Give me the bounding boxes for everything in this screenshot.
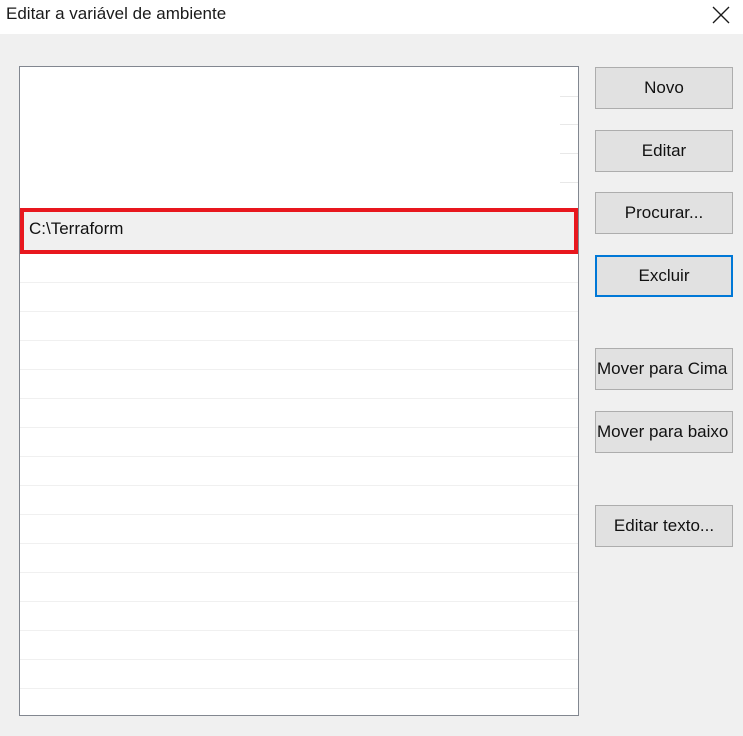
procurar-button[interactable]: Procurar...	[595, 192, 733, 234]
edit-text-button[interactable]: Editar texto...	[595, 505, 733, 547]
list-item[interactable]	[20, 690, 578, 715]
list-item[interactable]	[20, 255, 578, 283]
list-item[interactable]	[20, 516, 578, 544]
novo-button[interactable]: Novo	[595, 67, 733, 109]
list-item[interactable]	[20, 632, 578, 660]
list-item[interactable]	[20, 545, 578, 573]
list-item[interactable]	[20, 400, 578, 428]
path-list[interactable]: C:\Terraform	[19, 66, 579, 716]
list-item[interactable]	[20, 342, 578, 370]
close-button[interactable]	[699, 0, 743, 30]
list-item[interactable]	[20, 371, 578, 399]
list-item[interactable]	[20, 182, 578, 210]
excluir-button[interactable]: Excluir	[595, 255, 733, 297]
editar-button[interactable]: Editar	[595, 130, 733, 172]
list-item-text: C:\Terraform	[29, 219, 124, 238]
window-title: Editar a variável de ambiente	[6, 4, 227, 23]
list-item[interactable]	[20, 574, 578, 602]
move-down-button[interactable]: Mover para baixo	[595, 411, 733, 453]
list-item[interactable]	[20, 458, 578, 486]
list-item[interactable]	[20, 67, 578, 97]
list-item[interactable]	[20, 284, 578, 312]
list-item[interactable]	[20, 487, 578, 515]
list-item[interactable]	[20, 154, 578, 183]
list-item[interactable]	[20, 96, 578, 125]
close-icon	[712, 6, 730, 24]
list-item[interactable]	[20, 313, 578, 341]
list-item[interactable]	[20, 429, 578, 457]
list-item[interactable]	[20, 603, 578, 631]
list-item[interactable]	[20, 661, 578, 689]
title-bar: Editar a variável de ambiente	[0, 0, 743, 34]
move-up-button[interactable]: Mover para Cima	[595, 348, 733, 390]
list-item[interactable]	[20, 125, 578, 154]
list-item-selected[interactable]: C:\Terraform	[20, 208, 578, 254]
